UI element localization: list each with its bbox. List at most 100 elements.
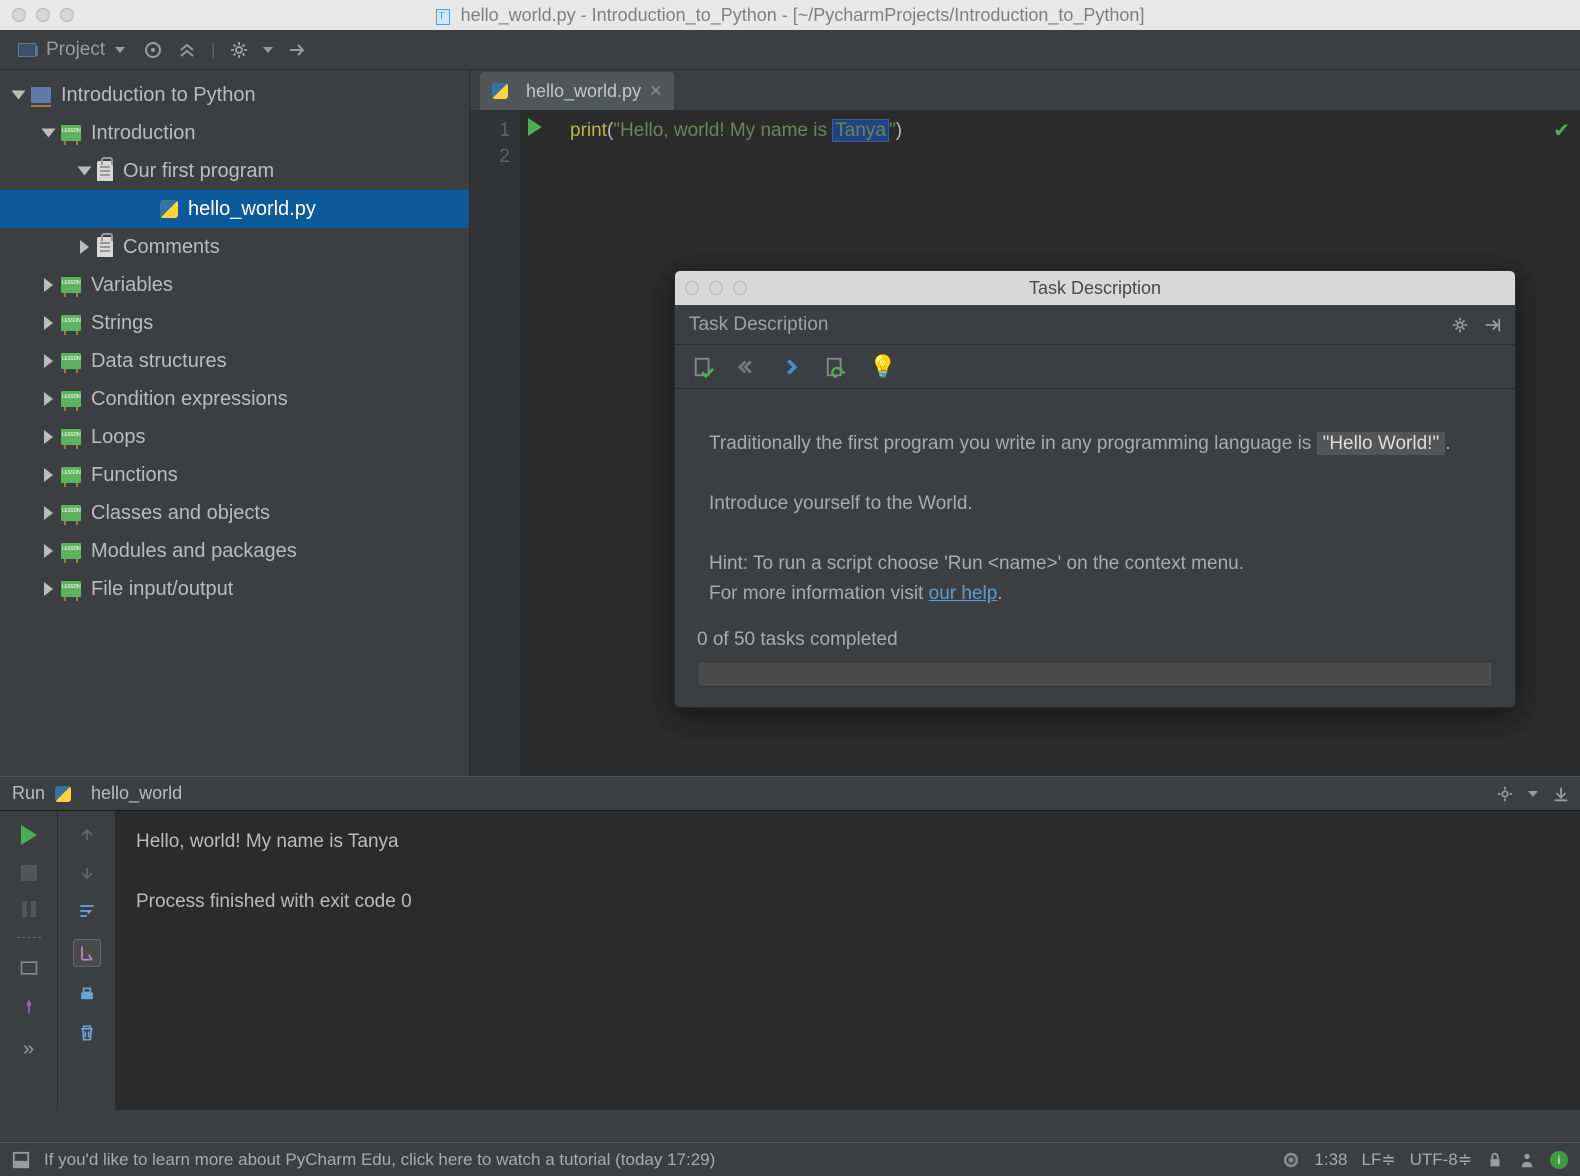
chevron-down-icon[interactable]	[115, 47, 125, 53]
lesson-icon	[61, 467, 81, 483]
popup-titlebar[interactable]: Task Description	[675, 271, 1515, 305]
help-link[interactable]: our help	[929, 583, 998, 604]
tree-lesson[interactable]: Modules and packages	[0, 532, 469, 570]
next-task-icon[interactable]	[781, 356, 803, 378]
project-panel-label: Project	[46, 39, 105, 61]
lock-icon[interactable]	[1486, 1151, 1504, 1169]
progress-bar	[697, 661, 1493, 687]
task-description-popup[interactable]: Task Description Task Description 💡 Trad…	[674, 270, 1516, 708]
run-script-name: hello_world	[91, 783, 182, 804]
code-token: print	[570, 120, 607, 141]
tree-hello-world-file[interactable]: hello_world.py	[0, 190, 469, 228]
project-panel-header[interactable]: Project	[0, 30, 143, 69]
down-arrow-icon[interactable]	[76, 863, 98, 883]
line-gutter: 1 2	[470, 110, 520, 810]
tree-introduction[interactable]: Introduction	[0, 114, 469, 152]
expand-arrow-icon[interactable]	[44, 544, 53, 558]
lesson-icon	[61, 505, 81, 521]
output-line: Process finished with exit code 0	[136, 887, 1560, 917]
close-tab-icon[interactable]: ✕	[649, 81, 662, 101]
tab-filename: hello_world.py	[526, 81, 641, 102]
run-console-output[interactable]: Hello, world! My name is Tanya Process f…	[116, 811, 1580, 1110]
project-tree[interactable]: Introduction to Python Introduction Our …	[0, 70, 470, 810]
run-tab-label: Run	[12, 783, 45, 804]
tree-first-program[interactable]: Our first program	[0, 152, 469, 190]
inspection-ok-icon[interactable]: ✔	[1553, 118, 1570, 143]
code-token: "Hello, world! My name is	[613, 120, 832, 141]
code-placeholder[interactable]: Tanya	[832, 119, 889, 142]
collapse-all-icon[interactable]	[177, 40, 197, 60]
prev-task-icon[interactable]	[737, 356, 759, 378]
expand-arrow-icon[interactable]	[42, 129, 56, 138]
tree-root[interactable]: Introduction to Python	[0, 76, 469, 114]
download-icon[interactable]	[1552, 785, 1570, 803]
expand-arrow-icon[interactable]	[44, 430, 53, 444]
python-file-icon	[492, 83, 508, 99]
editor-tab[interactable]: hello_world.py ✕	[480, 72, 674, 110]
caret-position[interactable]: 1:38	[1314, 1150, 1347, 1170]
target-icon[interactable]	[143, 40, 163, 60]
expand-arrow-icon[interactable]	[12, 91, 26, 100]
sync-icon[interactable]	[1282, 1151, 1300, 1169]
rerun-icon[interactable]	[21, 825, 37, 845]
check-task-icon[interactable]	[693, 356, 715, 378]
memory-indicator-icon[interactable]: i	[1550, 1151, 1568, 1169]
tree-lesson[interactable]: File input/output	[0, 570, 469, 608]
status-message[interactable]: If you'd like to learn more about PyChar…	[44, 1150, 715, 1170]
soft-wrap-icon[interactable]	[76, 901, 98, 921]
file-encoding[interactable]: UTF-8≑	[1410, 1150, 1472, 1170]
file-type-icon	[436, 9, 450, 25]
tree-comments[interactable]: Comments	[0, 228, 469, 266]
hint-icon[interactable]: 💡	[869, 354, 896, 380]
print-icon[interactable]	[76, 985, 98, 1005]
tree-lesson[interactable]: Strings	[0, 304, 469, 342]
expand-arrow-icon[interactable]	[44, 468, 53, 482]
expand-arrow-icon[interactable]	[78, 167, 92, 176]
gear-icon[interactable]	[1496, 785, 1514, 803]
code-token: "	[889, 120, 896, 141]
run-gutter-icon[interactable]	[528, 118, 542, 136]
run-toolwindow-header[interactable]: Run hello_world	[0, 776, 1580, 810]
window-titlebar: hello_world.py - Introduction_to_Python …	[0, 0, 1580, 30]
run-toolbar-left: »	[0, 811, 58, 1110]
toolwindow-toggle-icon[interactable]	[12, 1151, 30, 1169]
popup-subtitle: Task Description	[689, 314, 828, 336]
dock-icon[interactable]	[1483, 316, 1501, 334]
expand-arrow-icon[interactable]	[44, 582, 53, 596]
tree-lesson[interactable]: Data structures	[0, 342, 469, 380]
reset-task-icon[interactable]	[825, 356, 847, 378]
module-icon	[31, 87, 51, 103]
pause-icon[interactable]	[22, 901, 36, 917]
hide-panel-icon[interactable]	[287, 40, 307, 60]
expand-arrow-icon[interactable]	[44, 506, 53, 520]
python-file-icon	[160, 200, 178, 218]
dump-threads-icon[interactable]	[18, 958, 40, 978]
expand-arrow-icon[interactable]	[44, 278, 53, 292]
task-icon	[97, 237, 113, 257]
chevron-down-icon[interactable]	[1528, 791, 1538, 797]
project-panel-tools: |	[143, 30, 321, 69]
tree-lesson[interactable]: Classes and objects	[0, 494, 469, 532]
tree-lesson[interactable]: Loops	[0, 418, 469, 456]
gear-icon[interactable]	[1451, 316, 1469, 334]
trash-icon[interactable]	[76, 1023, 98, 1043]
tree-lesson[interactable]: Variables	[0, 266, 469, 304]
scroll-to-end-icon[interactable]	[73, 939, 101, 967]
pin-icon[interactable]	[18, 998, 40, 1018]
expand-arrow-icon[interactable]	[44, 354, 53, 368]
stop-icon[interactable]	[21, 865, 37, 881]
up-arrow-icon[interactable]	[76, 825, 98, 845]
lesson-icon	[61, 391, 81, 407]
expand-arrow-icon[interactable]	[44, 316, 53, 330]
task-icon	[97, 161, 113, 181]
progress-label: 0 of 50 tasks completed	[697, 629, 1493, 651]
gear-icon[interactable]	[229, 40, 249, 60]
tree-lesson[interactable]: Functions	[0, 456, 469, 494]
expand-icon[interactable]: »	[23, 1038, 34, 1061]
hector-icon[interactable]	[1518, 1151, 1536, 1169]
tree-lesson[interactable]: Condition expressions	[0, 380, 469, 418]
expand-arrow-icon[interactable]	[44, 392, 53, 406]
line-separator[interactable]: LF≑	[1361, 1150, 1395, 1170]
expand-arrow-icon[interactable]	[80, 240, 89, 254]
gear-chevron-icon[interactable]	[263, 47, 273, 53]
